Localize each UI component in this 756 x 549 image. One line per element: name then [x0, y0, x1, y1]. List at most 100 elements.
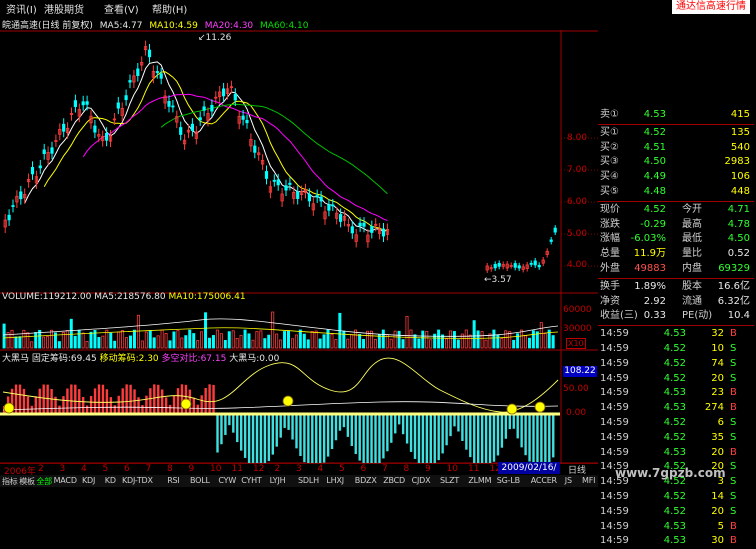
- volume-bar: [132, 329, 136, 349]
- volume-header: VOLUME:119212.00 MA5:218576.80 MA10:1750…: [2, 292, 246, 302]
- tick-price: 4.53: [663, 535, 686, 547]
- tick-time: 14:59: [600, 372, 629, 384]
- month-tick: 7: [145, 464, 152, 474]
- indicator-tab[interactable]: KD: [105, 476, 116, 485]
- kline-chart[interactable]: [0, 30, 598, 463]
- month-tick: 8: [403, 464, 410, 474]
- candle-body: [93, 125, 97, 133]
- indicator-tab[interactable]: ZBCD: [383, 476, 405, 485]
- indicator-tab[interactable]: ACCER: [531, 476, 557, 485]
- indicator-tab[interactable]: BOLL: [190, 476, 210, 485]
- indicator-bar: [366, 414, 369, 463]
- stat-key: 现价: [600, 203, 620, 215]
- indicator-bar: [421, 414, 425, 463]
- indicator-bar: [295, 414, 298, 449]
- tick-side: B: [730, 328, 737, 340]
- indicator-bar: [307, 414, 310, 463]
- indicator-tab[interactable]: ZLMM: [468, 476, 491, 485]
- indicator-tab[interactable]: BDZX: [355, 476, 377, 485]
- candle-body: [284, 185, 288, 191]
- volume-bar: [26, 332, 30, 349]
- indicator-tab[interactable]: CYW: [218, 476, 236, 485]
- indicator-tab[interactable]: 全部: [36, 476, 52, 487]
- volume-bar: [524, 335, 528, 349]
- candle-body: [202, 106, 206, 111]
- indicator-tab[interactable]: CYHT: [241, 476, 262, 485]
- indicator-tab[interactable]: SDLH: [298, 476, 319, 485]
- tick-price: 4.52: [663, 505, 686, 517]
- indicator-bar: [500, 414, 504, 448]
- indicator-bar: [74, 384, 77, 414]
- stat-key: 量比: [682, 248, 702, 260]
- stat-value: 49883: [634, 262, 666, 274]
- indicator-bar: [97, 384, 101, 414]
- indicator-bar: [492, 414, 496, 462]
- indicator-bar: [334, 414, 338, 441]
- volume-bar: [520, 329, 524, 349]
- bid-vol: 106: [730, 171, 750, 183]
- indicator-bar: [512, 414, 515, 429]
- volume-bar: [362, 338, 366, 349]
- indicator-tab[interactable]: SLZT: [440, 476, 459, 485]
- indicator-tab[interactable]: KDJ: [82, 476, 95, 485]
- volume-bar: [365, 330, 369, 349]
- stat-value: 6.32亿: [717, 295, 750, 307]
- indicator-tab[interactable]: CJDX: [412, 476, 431, 485]
- menu-news[interactable]: 资讯(I): [6, 1, 37, 16]
- tick-row: 14:59 4.53 30 B: [598, 534, 754, 549]
- indicator-tab[interactable]: KDJ-TDX: [122, 476, 153, 485]
- volume-bar: [263, 338, 267, 349]
- ad-link[interactable]: 通达信高速行情: [672, 0, 750, 14]
- indicator-tab[interactable]: MFI: [582, 476, 595, 485]
- volume-bar: [164, 332, 168, 349]
- bid-vol: 135: [730, 126, 750, 138]
- indicator-tab[interactable]: 指标: [2, 476, 18, 487]
- menu-hk-futures[interactable]: 港股期货: [44, 1, 84, 16]
- volume-bar: [200, 331, 204, 349]
- volume-bar: [57, 341, 61, 349]
- indicator-tab[interactable]: MACD: [54, 476, 77, 485]
- indicator-bar: [153, 384, 156, 414]
- indicator-bar: [370, 414, 373, 463]
- volume-bar: [298, 329, 302, 349]
- smiley-icon: [180, 398, 192, 410]
- indicator-tab[interactable]: SG-LB: [497, 476, 520, 485]
- volume-bar: [247, 333, 251, 349]
- indicator-bar: [259, 414, 263, 463]
- volume-bar: [22, 329, 26, 349]
- volume-bar: [527, 337, 531, 349]
- candle-body: [38, 165, 42, 169]
- month-tick: 10: [446, 464, 458, 474]
- indicator-tab[interactable]: LYJH: [270, 476, 286, 485]
- bid-label: 买③: [600, 156, 619, 168]
- tick-side: S: [730, 476, 737, 488]
- stat-value: 16.6亿: [717, 280, 750, 292]
- ind-ytick-50: 50.00: [563, 384, 589, 394]
- candle-body: [124, 95, 128, 101]
- tick-row: 14:59 4.52 74 S: [598, 357, 754, 372]
- indicator-bar: [311, 414, 314, 463]
- tick-time: 14:59: [600, 402, 629, 414]
- indicator-bar: [216, 414, 219, 453]
- smiley-icon: [534, 401, 546, 413]
- volume-bar: [314, 330, 318, 349]
- tick-row: 14:59 4.53 20 B: [598, 446, 754, 461]
- indicator-tab[interactable]: JS: [565, 476, 572, 485]
- volume-bar: [188, 329, 192, 349]
- indicator-bar: [255, 414, 259, 463]
- menu-help[interactable]: 帮助(H): [152, 1, 187, 16]
- indicator-tab[interactable]: RSI: [167, 476, 180, 485]
- month-tick: 6: [360, 464, 367, 474]
- volume-bar: [504, 330, 508, 349]
- indicator-tab[interactable]: LHXJ: [326, 476, 344, 485]
- tick-list[interactable]: 14:59 4.53 32 B 14:59 4.52 10 S 14:59 4.52 74 S 14:5…: [598, 327, 754, 549]
- indicator-tab[interactable]: 模板: [19, 476, 35, 487]
- volume-bar: [334, 339, 338, 349]
- bid-price: 4.49: [643, 171, 666, 183]
- candle-body: [136, 68, 140, 76]
- volume-bar: [464, 329, 468, 349]
- menu-view[interactable]: 查看(V): [104, 1, 139, 16]
- candle-body: [85, 101, 89, 105]
- indicator-header: 大黑马 固定筹码:69.45 移动筹码:2.30 多空对比:67.15 大黑马:…: [2, 351, 279, 364]
- indicator-longshort: 多空对比:67.15: [161, 354, 227, 364]
